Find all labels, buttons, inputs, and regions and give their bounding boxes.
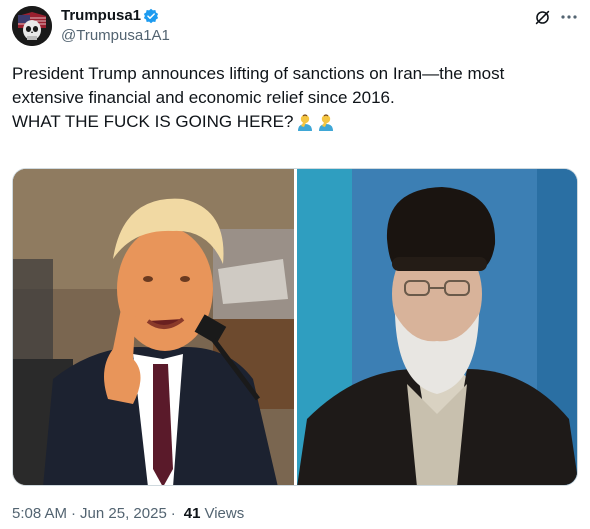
tweet-meta: 5:08 AM · Jun 25, 2025 · 41 Views	[12, 505, 244, 523]
photo-khamenei-portrait[interactable]	[294, 169, 577, 485]
meta-separator: ·	[71, 505, 77, 522]
grok-icon[interactable]	[534, 9, 551, 26]
meta-separator: ·	[170, 505, 176, 522]
verified-badge-icon[interactable]	[143, 8, 159, 24]
tweet-date[interactable]: Jun 25, 2025	[80, 505, 167, 523]
skull-flag-avatar-icon	[12, 6, 52, 46]
tweet-line-3: WHAT THE FUCK IS GOING HERE?	[12, 110, 578, 134]
display-name[interactable]: Trumpusa1	[61, 7, 141, 25]
avatar[interactable]	[12, 6, 52, 46]
more-icon[interactable]	[560, 9, 578, 25]
tweet-line-1: President Trump announces lifting of san…	[12, 64, 505, 83]
tweet-shout-text: WHAT THE FUCK IS GOING HERE?	[12, 112, 294, 131]
photo-trump-speaking[interactable]	[13, 169, 294, 485]
handle[interactable]: @Trumpusa1A1	[61, 27, 170, 45]
tweet-text: President Trump announces lifting of san…	[12, 62, 578, 134]
tweet-line-2: extensive financial and economic relief …	[12, 88, 395, 107]
man-facepalming-icon	[319, 114, 334, 131]
man-facepalming-icon	[298, 114, 313, 131]
views-label: Views	[204, 505, 245, 522]
views-count[interactable]: 41	[184, 505, 201, 523]
media-grid[interactable]	[12, 168, 578, 486]
tweet-time[interactable]: 5:08 AM	[12, 505, 67, 523]
